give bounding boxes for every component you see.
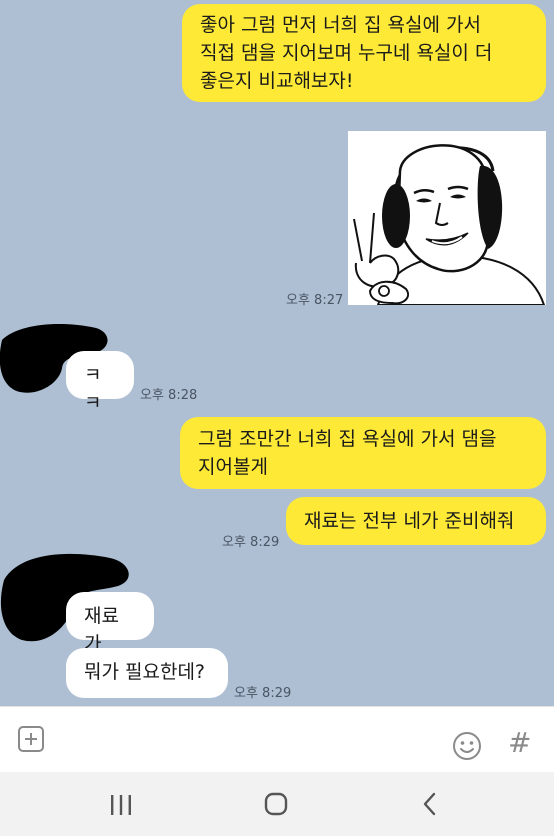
message-line: 재료는 전부 네가 준비해줘 [304, 510, 515, 532]
message-line: 그럼 조만간 너희 집 욕실에 가서 댐을 [198, 428, 497, 450]
my-message-bubble[interactable]: 그럼 조만간 너희 집 욕실에 가서 댐을 지어볼게 [180, 417, 546, 489]
message-line: 좋아 그럼 먼저 너희 집 욕실에 가서 [200, 14, 481, 36]
message-input-bar[interactable]: # [0, 706, 554, 773]
message-line: 직접 댐을 지어보며 누구네 욕실이 더 [200, 42, 493, 64]
their-message-bubble[interactable]: ㅋㅋ [66, 351, 134, 414]
message-line: ㅋㅋ [84, 364, 102, 414]
their-message-bubble[interactable]: 뭐가 필요한데? [66, 648, 228, 698]
my-message-bubble[interactable]: 좋아 그럼 먼저 너희 집 욕실에 가서 직접 댐을 지어보며 누구네 욕실이 … [182, 4, 546, 102]
grinning-man-ok-hand-sticker[interactable] [348, 131, 546, 306]
message-line: 뭐가 필요한데? [84, 661, 206, 683]
message-timestamp: 오후 8:29 [234, 686, 292, 701]
message-line: 지어볼게 [198, 456, 268, 478]
message-line: 좋은지 비교해보자! [200, 70, 354, 92]
back-chevron-icon[interactable] [420, 792, 440, 816]
chat-area[interactable]: 좋아 그럼 먼저 너희 집 욕실에 가서 직접 댐을 지어보며 누구네 욕실이 … [0, 0, 554, 706]
message-timestamp: 오후 8:29 [222, 535, 280, 550]
smiley-icon[interactable] [452, 731, 482, 761]
my-message-bubble[interactable]: 재료는 전부 네가 준비해줘 [286, 497, 546, 545]
message-timestamp: 오후 8:27 [286, 293, 344, 308]
system-navigation-bar [0, 772, 554, 836]
their-message-bubble[interactable]: 재료가 [66, 592, 154, 655]
recent-apps-icon[interactable] [108, 794, 134, 816]
hashtag-search-button[interactable]: # [508, 725, 531, 761]
plus-square-icon[interactable] [18, 726, 44, 752]
message-timestamp: 오후 8:28 [140, 388, 198, 403]
home-icon[interactable] [264, 792, 288, 816]
